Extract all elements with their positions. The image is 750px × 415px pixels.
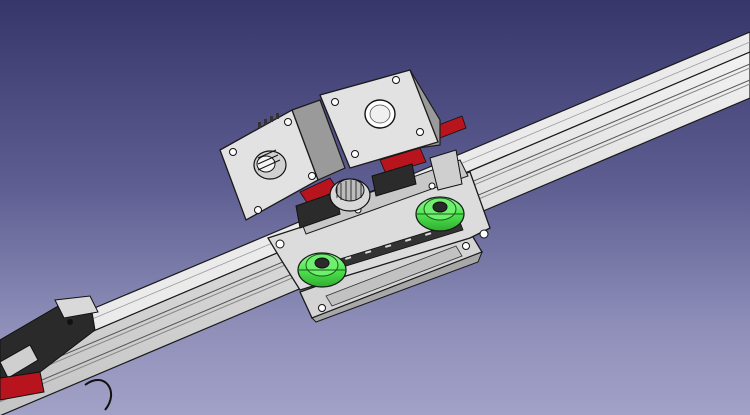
gt2-pulley[interactable] xyxy=(329,178,371,212)
v-wheel-left[interactable] xyxy=(297,252,347,288)
model-scene[interactable] xyxy=(0,0,750,415)
3d-viewport[interactable] xyxy=(0,0,750,415)
v-wheel-right[interactable] xyxy=(415,196,465,232)
